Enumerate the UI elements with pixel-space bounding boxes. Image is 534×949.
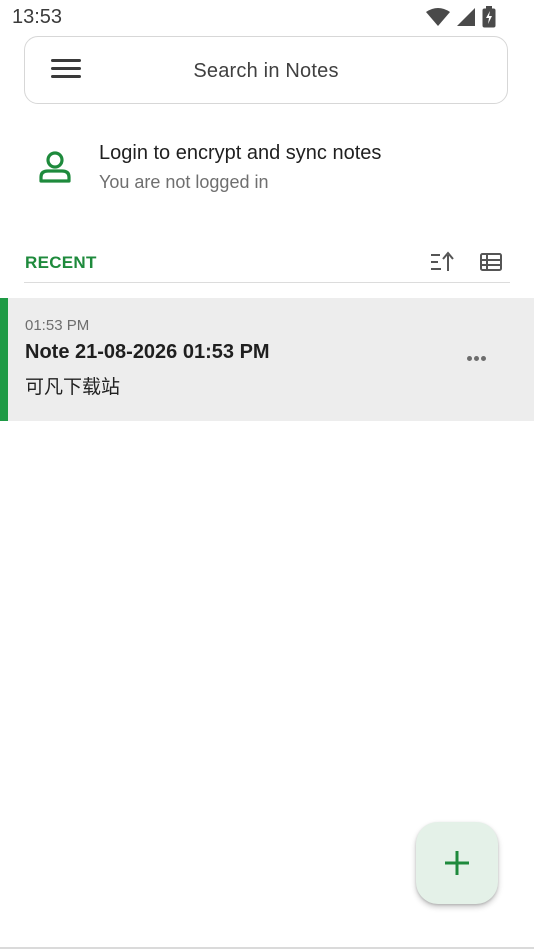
note-card[interactable]: 01:53 PM Note 21-08-2026 01:53 PM 可凡下载站 bbox=[0, 298, 534, 421]
login-subtitle: You are not logged in bbox=[99, 172, 269, 192]
add-note-button[interactable] bbox=[416, 822, 498, 904]
sort-ascending-icon[interactable] bbox=[428, 250, 456, 274]
recent-header: RECENT bbox=[24, 246, 510, 283]
status-time: 13:53 bbox=[12, 6, 63, 28]
search-bar[interactable]: Search in Notes bbox=[24, 36, 508, 104]
note-time: 01:53 PM bbox=[25, 317, 90, 334]
wifi-icon bbox=[426, 8, 450, 26]
status-icons bbox=[426, 6, 496, 28]
plus-icon bbox=[445, 851, 469, 875]
more-horizontal-icon[interactable] bbox=[466, 346, 500, 372]
note-title: Note 21-08-2026 01:53 PM bbox=[25, 341, 270, 363]
note-accent-bar bbox=[0, 298, 8, 421]
search-input[interactable]: Search in Notes bbox=[25, 60, 507, 83]
person-icon bbox=[39, 151, 71, 183]
battery-charging-icon bbox=[482, 6, 496, 28]
recent-label: RECENT bbox=[25, 253, 97, 272]
notes-screen: 13:53 Search in Notes Login to encrypt a… bbox=[0, 0, 534, 949]
login-title: Login to encrypt and sync notes bbox=[99, 142, 382, 164]
list-view-icon[interactable] bbox=[480, 252, 502, 272]
note-body: 可凡下载站 bbox=[25, 376, 121, 398]
status-bar: 13:53 bbox=[0, 0, 534, 34]
login-row[interactable]: Login to encrypt and sync notes You are … bbox=[0, 130, 534, 210]
signal-icon bbox=[457, 8, 475, 26]
